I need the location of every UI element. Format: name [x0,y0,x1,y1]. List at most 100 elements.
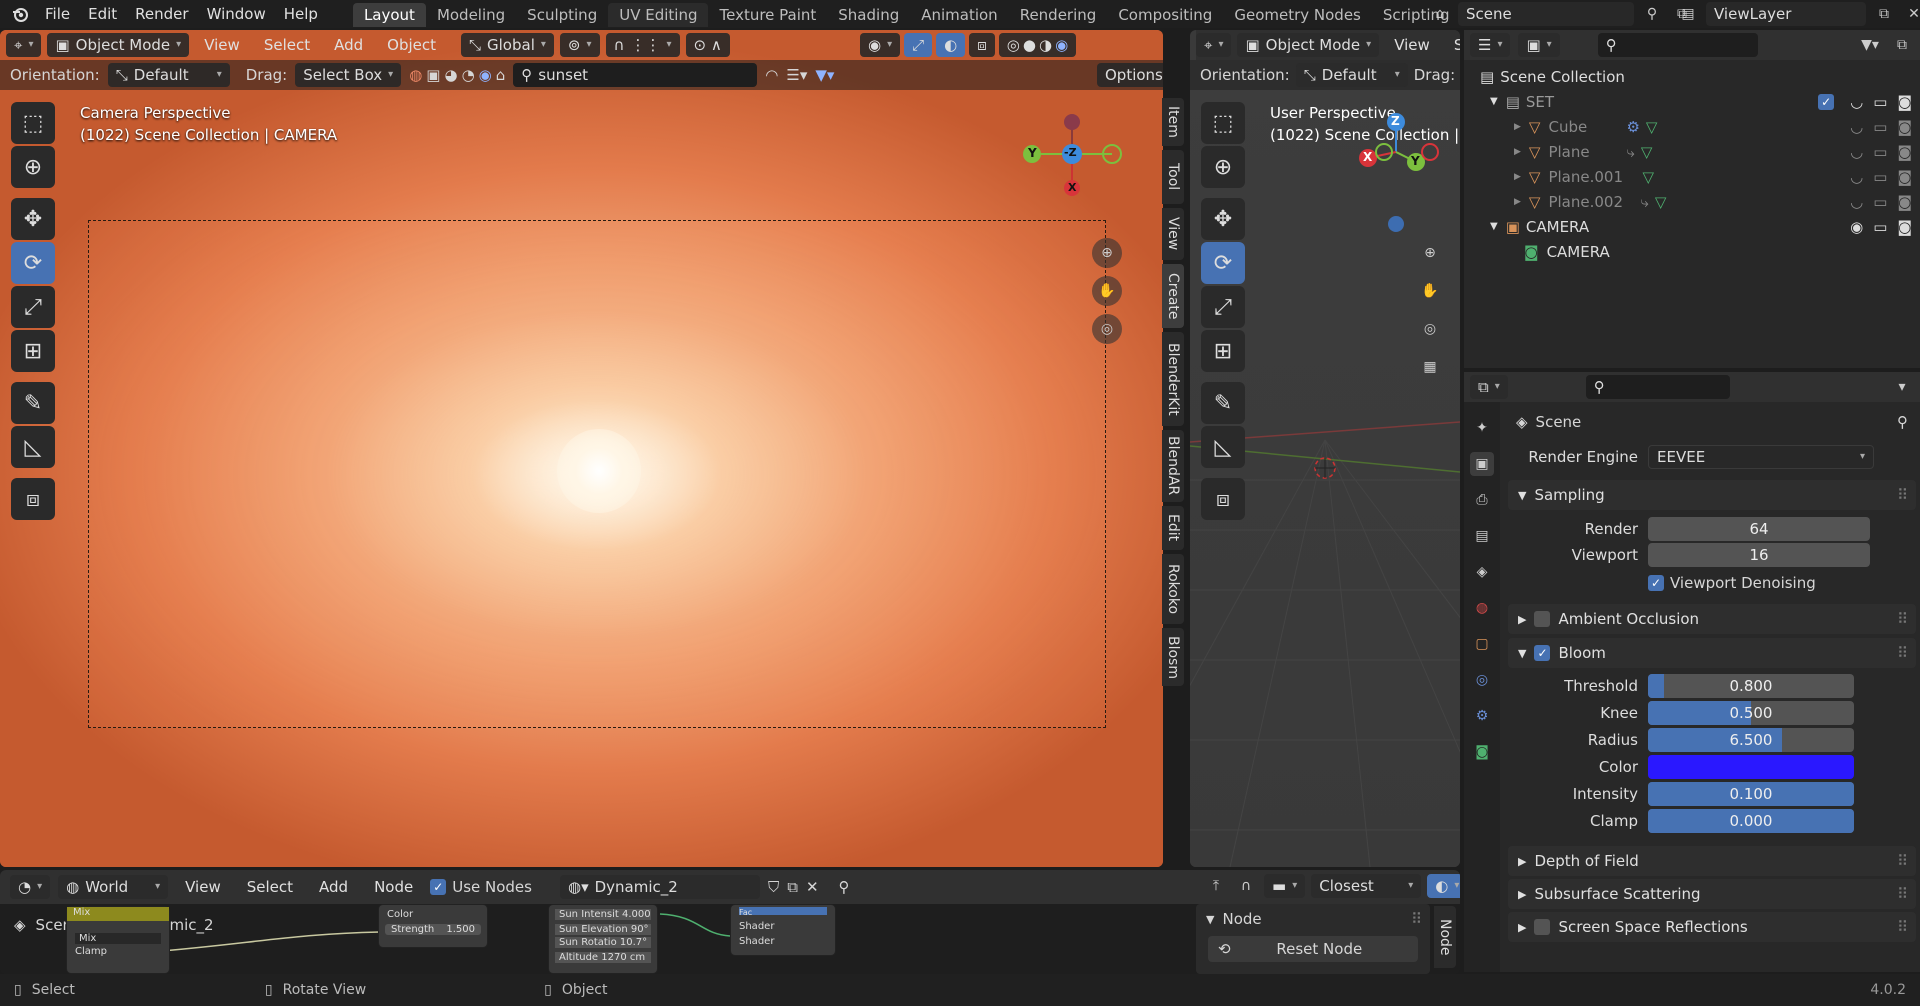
unlink-world-icon[interactable]: ✕ [806,878,819,896]
outliner-row-plane-001[interactable]: ▶ ▽ Plane.001 ▽ ◡ ▭ ◙ [1480,164,1920,189]
plane001-render-icon[interactable]: ◙ [1897,168,1912,186]
sidebar-tab-blosm[interactable]: Blosm [1162,628,1184,686]
mix-node[interactable]: Mix Mix Clamp [66,906,170,974]
editor-type-selector[interactable]: ⌖ ▾ [6,33,42,57]
list-view-icon[interactable]: ☰▾ [786,66,807,84]
shader-type-dropdown[interactable]: ◍ World ▾ [58,875,169,899]
drag-handle-icon[interactable]: ⠿ [1897,918,1908,936]
delete-view-layer-icon[interactable]: ✕ [1902,2,1920,26]
plane-render-icon[interactable]: ◙ [1897,143,1912,161]
cube-hide-icon[interactable]: ◡ [1850,118,1863,136]
scene-icon[interactable]: ⌂ [1428,2,1452,26]
properties-pin-icon[interactable]: ⚲ [1897,413,1908,431]
cube-render-icon[interactable]: ◙ [1897,118,1912,136]
camera-viewport-icon[interactable]: ▭ [1873,218,1887,236]
select-box-tool[interactable]: ⬚ [11,102,55,144]
node-panel-header[interactable]: ▼ Node ⠿ [1196,904,1430,934]
right-grid-icon[interactable]: ▦ [1415,352,1445,382]
outliner-row-camera-collection[interactable]: ▼ ▣ CAMERA ◉ ▭ ◙ [1480,214,1920,239]
render-properties-icon[interactable]: ▣ [1470,452,1494,476]
tab-modeling[interactable]: Modeling [426,3,516,27]
right-select-box-tool[interactable]: ⬚ [1201,102,1245,144]
menu-add[interactable]: Add [325,30,372,60]
sidebar-tab-blendar[interactable]: BlendAR [1162,430,1184,502]
menu-help[interactable]: Help [275,0,327,28]
sidebar-tab-item[interactable]: Item [1162,98,1184,146]
fake-user-shield-icon[interactable]: ⛉ [768,878,779,896]
bloom-threshold-slider[interactable]: 0.800 [1648,673,1854,698]
outliner-filter-icon[interactable]: ▼▾ [1858,33,1882,57]
plane002-viewport-icon[interactable]: ▭ [1873,193,1887,211]
scene-name-field[interactable]: Scene [1458,2,1634,26]
material-filter-icon[interactable]: ◕ [444,66,457,84]
zoom-icon[interactable]: ⊕ [1092,238,1122,268]
outliner-search-input[interactable]: ⚲ [1597,33,1758,57]
node-snap-target[interactable]: ▬ ▾ [1264,874,1306,898]
right-measure-tool[interactable]: ◺ [1201,426,1245,468]
duplicate-world-icon[interactable]: ⧉ [787,878,798,896]
menu-file[interactable]: File [36,0,79,28]
view-layer-field[interactable]: ViewLayer [1706,2,1866,26]
tool-properties-icon[interactable]: ✦ [1470,416,1494,440]
sidebar-tab-create[interactable]: Create [1162,264,1184,328]
right-rotate-tool[interactable]: ⟳ [1201,242,1245,284]
sort-icon[interactable]: ◠ [765,66,778,84]
set-render-icon[interactable]: ◙ [1897,93,1912,111]
node-snap-icon[interactable]: ∩ [1234,874,1258,898]
set-viewport-icon[interactable]: ▭ [1873,93,1887,111]
bloom-knee-slider[interactable]: 0.500 [1648,700,1854,725]
add-cube-tool[interactable]: ⧈ [11,478,55,520]
depth-of-field-section-header[interactable]: ▶ Depth of Field ⠿ [1508,846,1916,876]
drag-handle-icon[interactable]: ⠿ [1897,610,1908,628]
outliner-row-camera-object[interactable]: ◙ CAMERA [1480,239,1920,264]
camera-render-icon[interactable]: ◙ [1897,218,1912,236]
shader-socket-2[interactable]: Shader [739,936,827,947]
shading-modes[interactable]: ◎ ● ◑ ◉ [998,33,1077,57]
palette-icon[interactable]: ◍ [409,66,422,84]
sky-texture-node[interactable]: Sun Intensit 4.000 Sun Elevation 90° Sun… [548,904,658,974]
bloom-color-swatch[interactable] [1648,754,1854,779]
background-color-socket[interactable]: Color [379,905,487,924]
background-node[interactable]: Color Strength 1.500 [378,904,488,948]
ssr-checkbox[interactable] [1534,919,1551,935]
world-filter-icon[interactable]: ◉ [479,66,492,84]
right-orientation-dropdown[interactable]: ⤡ Default ▾ [1295,63,1408,87]
expand-icon[interactable]: ▶ [1514,197,1521,207]
node-pin-icon[interactable]: ⚲ [839,878,850,896]
sun-elevation-field[interactable]: Sun Elevation 90° [555,924,651,935]
sidebar-tab-edit[interactable]: Edit [1162,506,1184,550]
node-menu-node[interactable]: Node [365,873,422,901]
object-properties-icon[interactable]: ▢ [1470,632,1494,656]
sampling-viewport-field[interactable]: 16 [1648,543,1870,567]
new-view-layer-icon[interactable]: ⧉ [1872,2,1896,26]
expand-icon[interactable]: ▶ [1514,122,1521,132]
world-properties-icon[interactable]: ◍ [1470,596,1494,620]
sun-intensity-field[interactable]: Sun Intensit 4.000 [555,909,651,920]
right-annotate-tool[interactable]: ✎ [1201,382,1245,424]
right-scale-tool[interactable]: ⤢ [1201,286,1245,328]
reset-node-button[interactable]: ⟲ Reset Node [1208,936,1418,962]
mix-shader-node[interactable]: Fac Shader Shader [730,904,836,956]
node-editor[interactable]: ◔ ▾ ◍ World ▾ View Select Add Node ✓ Use Nod… [0,870,1460,974]
overlay-toggle[interactable]: ◐ [936,33,966,57]
scene-properties-icon[interactable]: ◈ [1470,560,1494,584]
right-move-tool[interactable]: ✥ [1201,198,1245,240]
drag-handle-icon[interactable]: ⠿ [1411,910,1422,928]
menu-object[interactable]: Object [378,30,445,60]
constraint-properties-icon[interactable]: ⚙ [1470,704,1494,728]
sampling-section-header[interactable]: ▼ Sampling ⠿ [1508,480,1916,510]
tab-rendering[interactable]: Rendering [1009,3,1108,27]
right-editor-type-selector[interactable]: ⌖ ▾ [1196,33,1232,57]
properties-search-input[interactable]: ⚲ [1585,375,1730,399]
sidebar-tab-rokoko[interactable]: Rokoko [1162,554,1184,624]
outliner-row-plane[interactable]: ▶ ▽ Plane ⤷ ▽ ◡ ▭ ◙ [1480,139,1920,164]
camera-eye-icon[interactable]: ◉ [1850,218,1863,236]
plane001-hide-icon[interactable]: ◡ [1850,168,1863,186]
right-menu-view[interactable]: View [1385,30,1439,60]
use-nodes-toggle[interactable]: ✓ Use Nodes [430,878,532,896]
menu-window[interactable]: Window [198,0,275,28]
node-sidebar-tab[interactable]: Node [1434,906,1456,968]
outliner-row-plane-002[interactable]: ▶ ▽ Plane.002 ⤷ ▽ ◡ ▭ ◙ [1480,189,1920,214]
brush-filter-icon[interactable]: ⌂ [496,66,506,84]
sidebar-tab-tool[interactable]: Tool [1162,150,1184,204]
